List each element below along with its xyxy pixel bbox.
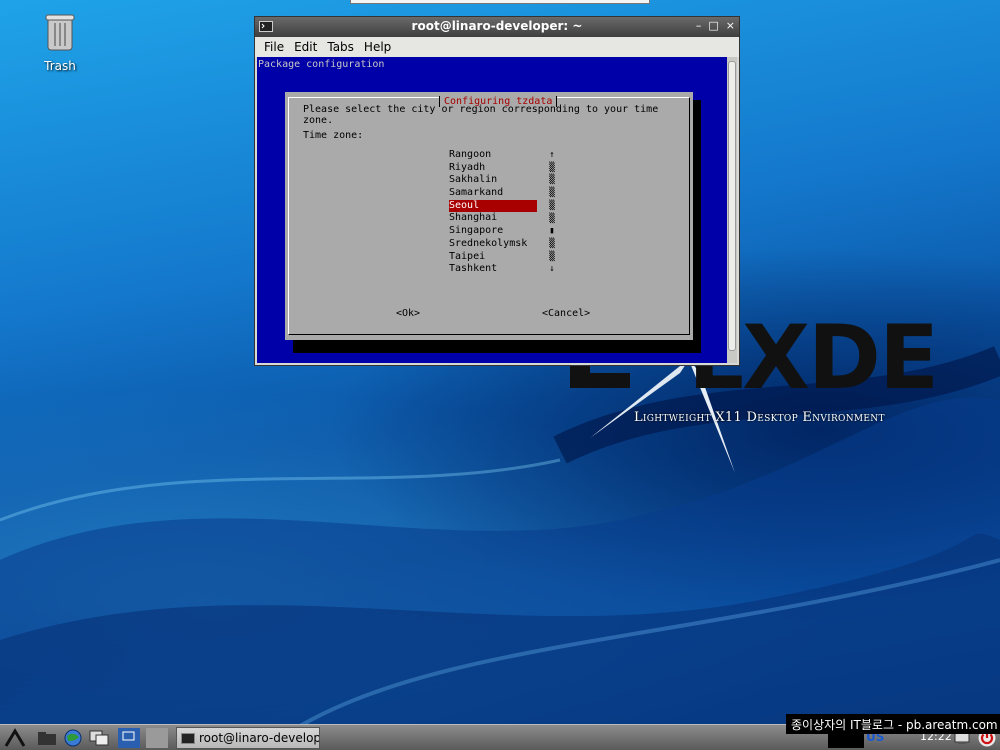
list-item[interactable]: Singapore	[449, 225, 537, 238]
menu-edit[interactable]: Edit	[289, 37, 322, 57]
trash-label: Trash	[44, 59, 76, 73]
list-item-selected[interactable]: Seoul	[449, 199, 537, 213]
list-item[interactable]: Taipei	[449, 251, 537, 264]
scroll-thumb: ▮	[549, 226, 555, 237]
tzdata-dialog: Configuring tzdata Please select the cit…	[285, 92, 693, 340]
timezone-label: Time zone:	[303, 130, 364, 141]
scroll-track: ▒	[549, 162, 555, 173]
watermark-box	[828, 734, 864, 748]
minimize-button[interactable]: –	[696, 19, 702, 32]
list-item[interactable]: Rangoon	[449, 149, 537, 162]
top-panel-strip	[350, 0, 650, 4]
taskbar-task-label: root@linaro-develope⋯	[199, 731, 319, 745]
watermark-text: 종이상자의 IT블로그 - pb.areatm.com	[786, 714, 1000, 734]
scroll-track: ▒	[549, 238, 555, 249]
scroll-track: ▒	[549, 251, 555, 262]
taskbar-task-terminal[interactable]: root@linaro-develope⋯	[176, 727, 320, 749]
lxde-menu-icon[interactable]	[4, 728, 26, 748]
terminal-screen[interactable]: Package configuration Configuring tzdata…	[257, 57, 727, 363]
menu-help[interactable]: Help	[359, 37, 396, 57]
cancel-button[interactable]: <Cancel>	[542, 308, 590, 319]
menu-file[interactable]: File	[259, 37, 289, 57]
scroll-track: ▒	[549, 188, 555, 199]
web-browser-icon[interactable]	[62, 728, 84, 748]
timezone-list[interactable]: Rangoon Riyadh Sakhalin Samarkand Seoul …	[449, 149, 559, 276]
terminal-scroll-thumb[interactable]	[728, 61, 736, 351]
list-item[interactable]: Shanghai	[449, 212, 537, 225]
list-item[interactable]: Srednekolymsk	[449, 238, 537, 251]
window-titlebar[interactable]: root@linaro-developer: ~ – □ ×	[255, 17, 739, 37]
window-switch-icon[interactable]	[88, 728, 110, 748]
desktop-pager-1[interactable]	[118, 728, 140, 748]
lxde-tagline: Lightweight X11 Desktop Environment	[634, 410, 885, 425]
close-button[interactable]: ×	[726, 19, 735, 32]
list-item[interactable]: Sakhalin	[449, 174, 537, 187]
maximize-button[interactable]: □	[708, 19, 718, 32]
ok-button[interactable]: <Ok>	[396, 308, 420, 319]
scroll-down-icon: ↓	[549, 264, 555, 275]
list-scrollbar[interactable]: ↑ ▒ ▒ ▒ ▒ ▒ ▮ ▒ ▒ ↓	[548, 149, 556, 276]
terminal-window[interactable]: root@linaro-developer: ~ – □ × File Edit…	[254, 16, 740, 366]
trash-desktop-icon[interactable]: Trash	[28, 12, 92, 73]
scroll-track: ▒	[549, 213, 555, 224]
menubar: File Edit Tabs Help	[255, 37, 739, 57]
list-item[interactable]: Riyadh	[449, 162, 537, 175]
scroll-track: ▒	[549, 175, 555, 186]
package-configuration-header: Package configuration	[258, 59, 385, 70]
scroll-up-icon: ↑	[549, 150, 555, 160]
scroll-track: ▒	[549, 200, 555, 211]
dialog-prompt: Please select the city or region corresp…	[303, 104, 659, 126]
list-item[interactable]: Samarkand	[449, 187, 537, 200]
desktop-pager-2[interactable]	[146, 728, 168, 748]
list-item[interactable]: Tashkent	[449, 263, 537, 276]
trash-icon	[45, 14, 75, 51]
file-manager-icon[interactable]	[36, 728, 58, 748]
terminal-scrollbar[interactable]	[727, 57, 737, 363]
menu-tabs[interactable]: Tabs	[322, 37, 359, 57]
terminal-icon	[181, 733, 195, 744]
dialog-frame: Configuring tzdata Please select the cit…	[288, 96, 690, 335]
window-title: root@linaro-developer: ~	[411, 19, 583, 33]
